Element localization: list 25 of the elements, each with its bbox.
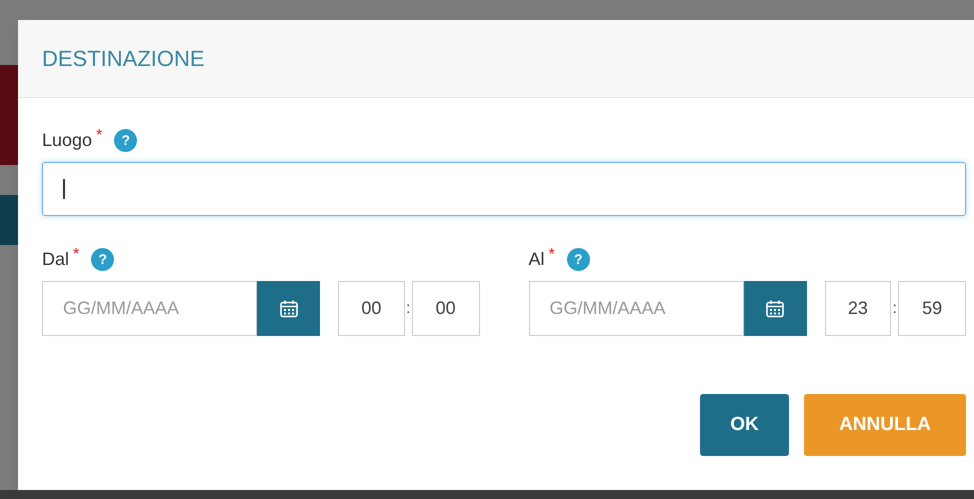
- required-mark: *: [73, 245, 80, 265]
- field-label: Luogo: [42, 128, 92, 152]
- calendar-icon: [278, 298, 298, 318]
- field-label: Dal: [42, 248, 70, 270]
- field-label: Al: [528, 248, 545, 270]
- calendar-icon: [765, 298, 785, 318]
- hour-field[interactable]: 23: [824, 281, 892, 336]
- help-icon[interactable]: ?: [566, 248, 590, 270]
- time-separator: :: [405, 298, 412, 318]
- text-cursor: [63, 179, 64, 199]
- minute-field[interactable]: 59: [898, 281, 966, 336]
- ok-button[interactable]: OK: [700, 394, 789, 456]
- minute-field[interactable]: 00: [412, 281, 480, 336]
- calendar-button[interactable]: [744, 281, 806, 336]
- hour-field[interactable]: 00: [338, 281, 405, 336]
- calendar-button[interactable]: [257, 281, 320, 336]
- required-mark: *: [548, 245, 555, 265]
- help-icon[interactable]: ?: [91, 248, 114, 270]
- place-input[interactable]: [42, 162, 966, 216]
- date-input[interactable]: GG/MM/AAAA: [528, 281, 744, 336]
- dialog-title: DESTINAZIONE: [42, 45, 205, 73]
- date-input[interactable]: GG/MM/AAAA: [42, 281, 257, 336]
- help-icon[interactable]: ?: [114, 128, 138, 152]
- time-separator: :: [892, 298, 898, 318]
- required-mark: *: [96, 126, 102, 146]
